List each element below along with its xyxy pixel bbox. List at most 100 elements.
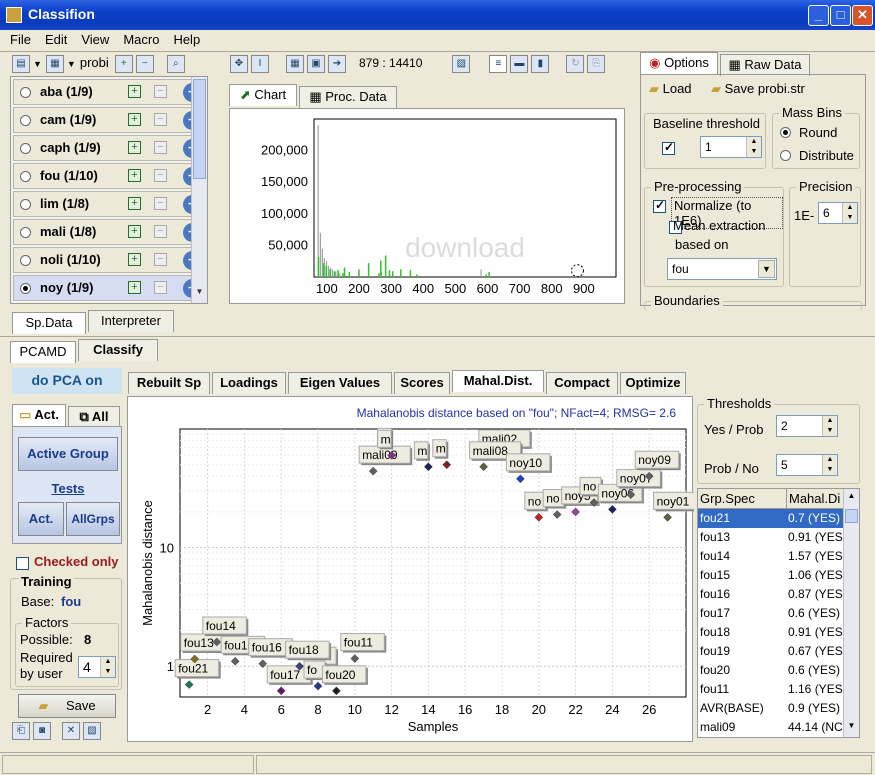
chart-image-icon[interactable]: ▧ [452,55,471,73]
save-options-button[interactable]: ▰ Save probi.str [711,81,805,97]
prob-no-input[interactable]: 5 ▲ ▼ [776,454,838,476]
species-scrollbar[interactable]: ▼ [191,77,207,303]
table-row[interactable]: fou18 0.91 (YES [698,623,844,642]
add-icon[interactable]: + [128,281,141,294]
remove-icon[interactable]: − [154,169,167,182]
range-icon[interactable]: I [251,55,269,73]
move-icon[interactable]: ✥ [230,55,248,73]
table-row[interactable]: mali09 44.14 (NC [698,718,844,737]
menu-help[interactable]: Help [166,30,207,50]
round-radio[interactable] [780,127,791,138]
species-item[interactable]: mali (1/8)+−➔ [13,219,205,245]
tab-options[interactable]: ◉ Options [640,52,718,74]
inspect-icon[interactable]: ⌕ [166,55,185,73]
table-scrollbar[interactable]: ▲ ▼ [843,489,859,737]
table-scroll-up-icon[interactable]: ▲ [845,491,858,505]
load-button[interactable]: ▰ Load [649,81,692,97]
delete-icon[interactable]: ✕ [62,722,80,740]
table-row[interactable]: fou13 0.91 (YES [698,528,844,547]
add-icon[interactable]: + [128,141,141,154]
tab-analysis[interactable]: Mahal.Dist. [452,370,544,392]
required-factors-input[interactable]: 4 ▲ ▼ [78,656,116,678]
species-item[interactable]: noy (1/9)+−➔ [13,275,205,301]
tab-analysis[interactable]: Optimize [620,372,686,394]
list-view-icon[interactable]: ≡ [489,55,508,73]
species-radio[interactable] [20,283,31,294]
yes-prob-spin-icon[interactable]: ▲ ▼ [822,416,837,436]
tab-chart[interactable]: ⬈ Chart [229,84,297,106]
add-icon[interactable]: + [128,197,141,210]
species-radio[interactable] [20,255,31,266]
tab-pcamd[interactable]: PCAMD [10,341,76,363]
tab-analysis[interactable]: Scores [394,372,450,394]
species-item[interactable]: noli (1/10)+−➔ [13,247,205,273]
add-icon[interactable]: + [128,253,141,266]
grid-icon[interactable]: ▦ [286,55,304,73]
based-on-select[interactable]: fou ▼ [667,258,777,280]
species-radio[interactable] [20,87,31,98]
column-view-icon[interactable]: ▮ [531,55,550,73]
box-icon[interactable]: ▣ [307,55,325,73]
add-all-icon[interactable]: + [114,55,133,73]
picture-icon[interactable]: ▧ [83,722,101,740]
remove-icon[interactable]: − [154,113,167,126]
tab-analysis[interactable]: Compact [546,372,618,394]
tab-classify[interactable]: Classify [78,339,158,361]
species-radio[interactable] [20,227,31,238]
precision-spin-icon[interactable]: ▲ ▼ [842,203,857,223]
remove-icon[interactable]: − [154,85,167,98]
checked-only-checkbox[interactable] [16,557,29,571]
mahalanobis-chart[interactable]: Mahalanobis distance based on "fou"; NFa… [128,397,700,743]
tab-analysis[interactable]: Loadings [212,372,286,394]
scroll-down-icon[interactable]: ▼ [193,287,206,301]
table-row[interactable]: fou21 0.7 (YES) [698,509,844,528]
tab-analysis[interactable]: Rebuilt Sp [128,372,210,394]
save-disk-icon[interactable]: ▦ [45,55,64,73]
maximize-button[interactable]: □ [830,5,851,26]
remove-icon[interactable]: − [154,225,167,238]
table-row[interactable]: fou16 0.87 (YES [698,585,844,604]
table-row[interactable]: fou11 1.16 (YES [698,680,844,699]
table-row[interactable]: fou20 0.6 (YES) [698,661,844,680]
table-row[interactable]: AVR(BASE) 0.9 (YES) [698,699,844,718]
bar-view-icon[interactable]: ▬ [510,55,529,73]
menu-file[interactable]: File [0,30,38,50]
header-grp-spec[interactable]: Grp.Spec [700,491,755,506]
remove-icon[interactable]: − [154,281,167,294]
minimize-button[interactable]: _ [808,5,829,26]
tab-raw-data[interactable]: ▦ Raw Data [720,54,810,76]
normalize-checkbox[interactable] [653,198,666,214]
tab-all[interactable]: ⧉ All [68,406,120,428]
species-radio[interactable] [20,199,31,210]
tab-act[interactable]: ▭ Act. [12,404,66,426]
open-dropdown-icon[interactable]: ▼ [33,59,42,69]
based-on-dropdown-icon[interactable]: ▼ [758,260,775,278]
add-icon[interactable]: + [128,225,141,238]
save-dropdown-icon[interactable]: ▼ [67,59,76,69]
tab-sp-data[interactable]: Sp.Data [12,312,86,334]
add-icon[interactable]: + [128,85,141,98]
spectrum-chart[interactable]: download 200,000 150,000 100,000 50,000 100 20… [230,109,626,305]
tab-proc-data[interactable]: ▦ Proc. Data [299,86,397,108]
table-row[interactable]: fou19 0.67 (YES [698,642,844,661]
menu-edit[interactable]: Edit [38,30,74,50]
tab-analysis[interactable]: Eigen Values [288,372,392,394]
copy-icon[interactable]: ⎘ [587,55,606,73]
species-radio[interactable] [20,143,31,154]
remove-all-icon[interactable]: − [135,55,154,73]
species-item[interactable]: caph (1/9)+−➔ [13,135,205,161]
species-item[interactable]: cam (1/9)+−➔ [13,107,205,133]
yes-prob-input[interactable]: 2 ▲ ▼ [776,415,838,437]
species-item[interactable]: aba (1/9)+−➔ [13,79,205,105]
menu-macro[interactable]: Macro [116,30,166,50]
save-training-button[interactable]: ▰ Save [18,694,116,718]
export-icon[interactable]: ➔ [328,55,346,73]
prob-no-spin-icon[interactable]: ▲ ▼ [822,455,837,475]
precision-input[interactable]: 6 ▲ ▼ [818,202,858,224]
refresh-icon[interactable]: ↻ [566,55,585,73]
camera-icon[interactable]: ◙ [33,722,51,740]
species-item[interactable]: fou (1/10)+−➔ [13,163,205,189]
table-row[interactable]: fou14 1.57 (YES [698,547,844,566]
open-icon[interactable]: ▤ [12,55,30,73]
add-icon[interactable]: + [128,169,141,182]
